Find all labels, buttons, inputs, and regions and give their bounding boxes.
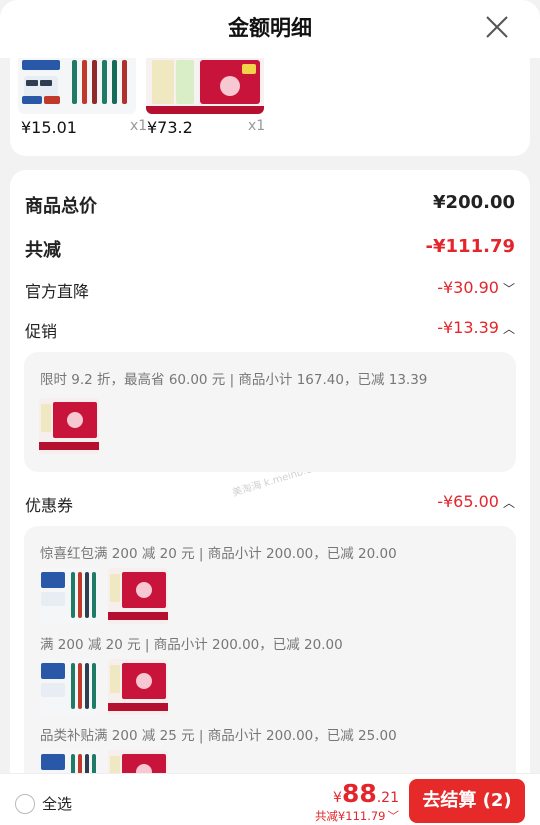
reduce-row: 共减 -¥111.79 <box>25 236 515 266</box>
price-integer: 88 <box>341 779 377 808</box>
reduce-value: -¥111.79 <box>425 236 515 257</box>
modal-title: 金额明细 <box>228 16 312 40</box>
checkout-button[interactable]: 去结算 (2) <box>409 779 525 823</box>
close-icon[interactable] <box>484 14 510 40</box>
coupon-value-wrap: -¥65.00 ︿ <box>437 492 515 511</box>
promo-value: -¥13.39 <box>437 318 499 337</box>
official-label: 官方直降 <box>25 282 90 301</box>
modal-header: 金额明细 <box>0 0 540 58</box>
product-price: ¥73.2 <box>147 118 193 137</box>
product-qty: x1 <box>248 118 266 134</box>
coupon-value: -¥65.00 <box>437 492 499 511</box>
chevron-up-icon: ︿ <box>502 322 515 336</box>
toothbrush-set-image <box>39 568 99 624</box>
coupon-detail-text: 品类补贴满 200 减 25 元 | 商品小计 200.00，已减 25.00 <box>40 728 397 744</box>
total-price: ¥88.21 <box>333 779 399 808</box>
price-decimal: .21 <box>376 790 399 806</box>
perfume-gift-box-image <box>146 58 264 114</box>
chevron-down-icon: ﹀ <box>387 809 400 823</box>
toothbrush-set-image <box>18 58 136 114</box>
product-qty: x1 <box>130 118 148 134</box>
promo-row[interactable]: 促销 -¥13.39 ︿ <box>25 318 515 348</box>
select-all-label[interactable]: 全选 <box>42 793 72 814</box>
coupon-label: 优惠券 <box>25 496 74 515</box>
price-breakdown: 商品总价 ¥200.00 共减 -¥111.79 官方直降 -¥30.90 ﹀ 促… <box>10 170 530 825</box>
discount-summary[interactable]: 共减¥111.79 ﹀ <box>315 808 399 824</box>
total-label: 商品总价 <box>25 196 97 217</box>
product-list: ¥15.01 x1 ¥73.2 x1 <box>10 58 530 156</box>
select-all-radio[interactable] <box>15 794 35 814</box>
reduce-label: 共减 <box>25 240 61 261</box>
total-value: ¥200.00 <box>433 192 515 213</box>
toothbrush-set-image <box>39 659 99 715</box>
official-value-wrap: -¥30.90 ﹀ <box>437 278 515 297</box>
official-discount-row[interactable]: 官方直降 -¥30.90 ﹀ <box>25 278 515 308</box>
product-price: ¥15.01 <box>21 118 77 137</box>
chevron-up-icon: ︿ <box>502 496 515 510</box>
official-value: -¥30.90 <box>437 278 499 297</box>
promo-label: 促销 <box>25 322 58 341</box>
promo-detail-box: 限时 9.2 折，最高省 60.00 元 | 商品小计 167.40，已减 13… <box>24 352 516 472</box>
coupon-detail-text: 惊喜红包满 200 减 20 元 | 商品小计 200.00，已减 20.00 <box>40 546 397 562</box>
total-row: 商品总价 ¥200.00 <box>25 192 515 222</box>
promo-value-wrap: -¥13.39 ︿ <box>437 318 515 337</box>
perfume-gift-box-image <box>39 398 99 454</box>
perfume-gift-box-image <box>108 659 168 715</box>
discount-summary-text: 共减¥111.79 <box>314 809 386 823</box>
coupon-detail-text: 满 200 减 20 元 | 商品小计 200.00，已减 20.00 <box>40 637 343 653</box>
currency-symbol: ¥ <box>333 790 342 806</box>
promo-detail-text: 限时 9.2 折，最高省 60.00 元 | 商品小计 167.40，已减 13… <box>40 372 428 388</box>
chevron-down-icon: ﹀ <box>502 282 515 296</box>
coupon-row[interactable]: 优惠券 -¥65.00 ︿ <box>25 492 515 522</box>
checkout-bar: 全选 ¥88.21 共减¥111.79 ﹀ 去结算 (2) <box>0 773 540 825</box>
perfume-gift-box-image <box>108 568 168 624</box>
